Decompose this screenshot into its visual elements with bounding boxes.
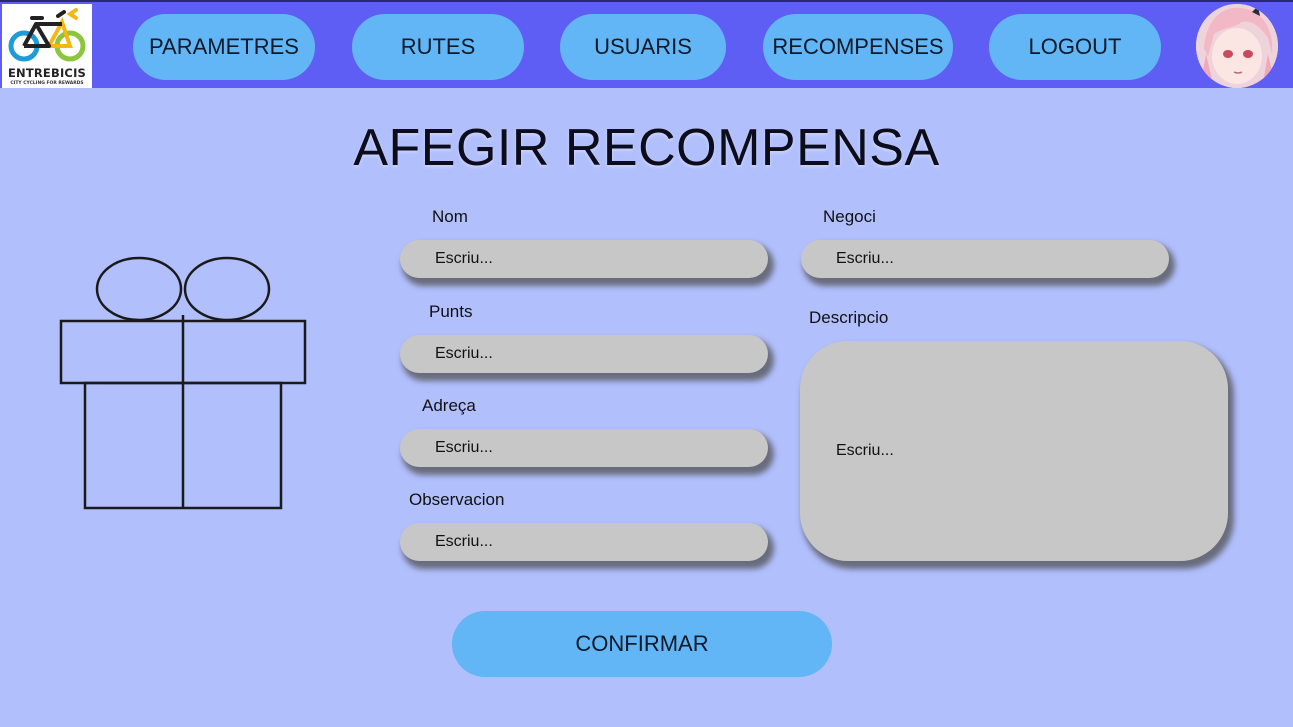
nom-label: Nom [432,207,468,226]
gift-icon [59,256,307,510]
negoci-input[interactable]: Escriu... [801,240,1169,278]
descripcio-label: Descripcio [809,308,889,327]
avatar-image [1196,4,1278,88]
nom-input[interactable]: Escriu... [400,240,768,278]
nav-recompenses-button[interactable]: RECOMPENSES [763,14,953,80]
punts-label: Punts [429,302,473,321]
descripcio-textarea[interactable]: Escriu... [800,341,1228,561]
observacion-input[interactable]: Escriu... [400,523,768,561]
logo-name: ENTREBICIS [7,66,87,80]
app-logo[interactable]: ENTREBICIS CITY CYCLING FOR REWARDS [2,4,92,88]
page-title: AFEGIR RECOMPENSA [353,119,940,177]
punts-input[interactable]: Escriu... [400,335,768,373]
logo-tagline: CITY CYCLING FOR REWARDS [10,81,84,86]
adreca-input[interactable]: Escriu... [400,429,768,467]
negoci-label: Negoci [823,207,876,226]
adreca-label: Adreça [422,396,476,415]
confirm-button[interactable]: CONFIRMAR [452,611,832,677]
top-navbar: ENTREBICIS CITY CYCLING FOR REWARDS PARA… [0,0,1293,88]
nav-usuaris-button[interactable]: USUARIS [560,14,726,80]
nav-logout-button[interactable]: LOGOUT [989,14,1161,80]
nav-parametres-button[interactable]: PARAMETRES [133,14,315,80]
observacion-label: Observacion [409,490,505,509]
bicycle-logo-icon [8,8,86,62]
nav-rutes-button[interactable]: RUTES [352,14,524,80]
user-avatar[interactable] [1196,4,1278,88]
